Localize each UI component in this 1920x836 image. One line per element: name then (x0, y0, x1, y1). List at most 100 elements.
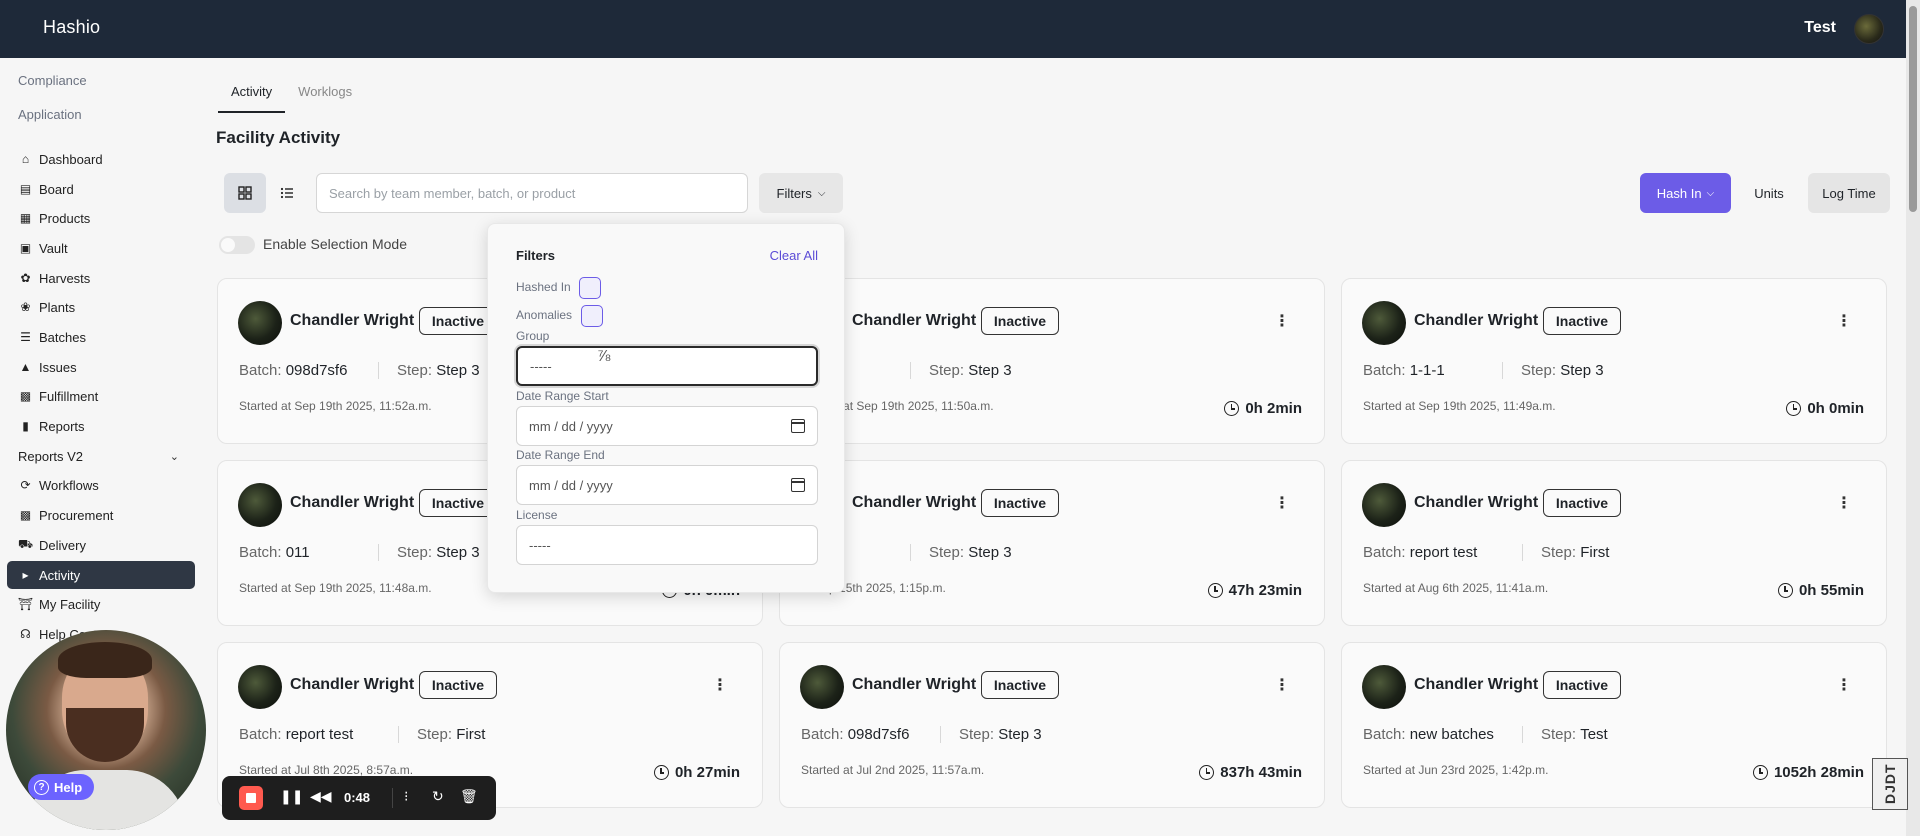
duration: 1052h 28min (1752, 764, 1864, 781)
sidebar-item-vault[interactable]: ▣ Vault (7, 234, 195, 262)
sidebar-item-products[interactable]: ▦ Products (7, 204, 195, 232)
member-name: Chandler Wright (1414, 494, 1539, 511)
more-options-icon[interactable]: ⋮ (1274, 493, 1290, 513)
sidebar-item-issues[interactable]: ▲ Issues (7, 353, 195, 381)
question-icon: ? (34, 779, 49, 795)
tab-activity[interactable]: Activity (218, 76, 286, 113)
step-value: Step 3 (1560, 362, 1604, 379)
batch-label: Batch: (1363, 726, 1406, 743)
license-select[interactable]: ----- (516, 525, 818, 565)
clock-icon (1224, 401, 1240, 416)
page-scrollbar[interactable] (1906, 0, 1920, 836)
calendar-icon[interactable] (791, 419, 805, 433)
member-name: Chandler Wright (290, 312, 415, 329)
sidebar-section-application[interactable]: Application (18, 107, 82, 122)
sidebar-item-plants[interactable]: ❀ Plants (7, 293, 195, 321)
rewind-icon[interactable]: ◀◀ (310, 788, 332, 805)
sidebar-item-label: Batches (39, 329, 86, 345)
avatar (1362, 483, 1406, 527)
step-value: Step 3 (436, 544, 480, 561)
status-badge: Inactive (1543, 671, 1621, 699)
sidebar-item-procurement[interactable]: ▩ Procurement (7, 501, 195, 529)
batch-label: Batch: (239, 726, 282, 743)
activity-card[interactable]: Chandler Wright Inactive ⋮ Batch: report te… (1341, 460, 1887, 626)
sidebar-item-my-facility[interactable]: ⛩ My Facility (7, 590, 195, 618)
anomalies-label: Anomalies (516, 308, 573, 322)
activity-card[interactable]: Chandler WrightInactive⋮ 1-1-1Step: Step… (779, 460, 1325, 626)
selection-mode-toggle[interactable] (219, 236, 255, 254)
sidebar-item-reports-v2[interactable]: Reports V2 ⌄ (7, 442, 195, 470)
step-value: Step 3 (968, 362, 1012, 379)
clear-all-link[interactable]: Clear All (770, 248, 818, 263)
tab-worklogs[interactable]: Worklogs (285, 76, 365, 113)
avatar (238, 483, 282, 527)
activity-card[interactable]: Chandler WrightInactive⋮ 1-1-1Step: Step… (779, 278, 1325, 444)
clock-icon (1786, 401, 1802, 416)
more-options-icon[interactable]: ⋮ (1836, 675, 1852, 695)
sidebar-section-compliance[interactable]: Compliance (18, 73, 87, 88)
more-options-icon[interactable]: ⋮ (1274, 311, 1290, 331)
grid-view-button[interactable] (224, 173, 266, 213)
filters-dropdown: Filters Clear All Hashed In Anomalies Gr… (487, 223, 845, 593)
units-button[interactable]: Units (1745, 173, 1793, 213)
app-brand[interactable]: Hashio (43, 17, 100, 38)
step-info: Step: Step 3 (378, 544, 480, 561)
grid-dots-icon[interactable]: ⁝ (404, 788, 408, 805)
sidebar-item-reports[interactable]: ▮ Reports (7, 412, 195, 440)
plant-icon: ❀ (20, 300, 31, 314)
sidebar-item-workflows[interactable]: ⟳ Workflows (7, 471, 195, 499)
trash-icon[interactable]: 🗑 (460, 788, 478, 805)
sidebar-item-dashboard[interactable]: ⌂ Dashboard (7, 145, 195, 173)
date-end-input[interactable]: mm / dd / yyyy (516, 465, 818, 505)
more-options-icon[interactable]: ⋮ (1274, 675, 1290, 695)
clock-icon (653, 765, 669, 780)
scrollbar-thumb[interactable] (1909, 6, 1917, 212)
sidebar-item-activity[interactable]: ▸ Activity (7, 561, 195, 589)
calendar-icon[interactable] (791, 478, 805, 492)
hash-in-button[interactable]: Hash In ⌵ (1640, 173, 1731, 213)
more-options-icon[interactable]: ⋮ (1836, 493, 1852, 513)
date-start-value: mm / dd / yyyy (529, 418, 613, 434)
pause-icon[interactable]: ❚❚ (280, 788, 303, 805)
batch-info: Batch: 098d7sf6 (801, 726, 909, 743)
step-info: Step: First (398, 726, 485, 743)
sidebar-item-board[interactable]: ▤ Board (7, 175, 195, 203)
sidebar-item-harvests[interactable]: ✿ Harvests (7, 264, 195, 292)
member-name: Chandler Wright (290, 494, 415, 511)
log-time-button[interactable]: Log Time (1808, 173, 1890, 213)
sidebar-item-fulfillment[interactable]: ▩ Fulfillment (7, 382, 195, 410)
activity-card[interactable]: Chandler Wright Inactive ⋮ Batch: new batch… (1341, 642, 1887, 808)
stop-recording-button[interactable] (239, 786, 263, 810)
activity-card[interactable]: Chandler Wright Inactive ⋮ Batch: 1-1-1 Step… (1341, 278, 1887, 444)
clock-icon (1777, 583, 1793, 598)
group-select[interactable]: ----- (516, 346, 818, 386)
sidebar-item-label: Plants (39, 299, 76, 315)
date-start-input[interactable]: mm / dd / yyyy (516, 406, 818, 446)
vault-icon: ▣ (19, 241, 32, 255)
bar-chart-icon: ▮ (22, 419, 29, 433)
truck-icon: ⛟ (17, 537, 34, 551)
anomalies-checkbox[interactable] (581, 305, 603, 327)
started-at: Started at Sep 19th 2025, 11:48a.m. (239, 581, 432, 595)
step-label: Step: (1541, 726, 1577, 743)
help-button[interactable]: ? Help (28, 774, 95, 800)
list-view-button[interactable] (266, 173, 308, 213)
user-name[interactable]: Test (1804, 19, 1836, 37)
more-options-icon[interactable]: ⋮ (1836, 311, 1852, 331)
started-at: Started at Jul 2nd 2025, 11:57a.m. (801, 763, 985, 777)
more-options-icon[interactable]: ⋮ (712, 675, 728, 695)
sidebar-item-batches[interactable]: ☰ Batches (7, 323, 195, 351)
batch-info: Batch: 098d7sf6 (239, 362, 347, 379)
sidebar-item-delivery[interactable]: ⛟ Delivery (7, 531, 195, 559)
chevron-down-icon: ⌄ (169, 450, 179, 463)
user-avatar[interactable] (1854, 14, 1884, 44)
search-input[interactable] (316, 173, 748, 213)
products-icon: ▦ (19, 211, 32, 225)
license-label: License (516, 508, 558, 522)
restart-icon[interactable]: ↻ (432, 788, 444, 805)
step-label: Step: (397, 544, 433, 561)
filters-button[interactable]: Filters ⌵ (759, 173, 843, 213)
hashed-in-checkbox[interactable] (579, 277, 601, 299)
duration: 837h 43min (1199, 764, 1302, 781)
activity-card[interactable]: Chandler WrightInactive ⋮ Batch: 098d7sf6 S… (779, 642, 1325, 808)
